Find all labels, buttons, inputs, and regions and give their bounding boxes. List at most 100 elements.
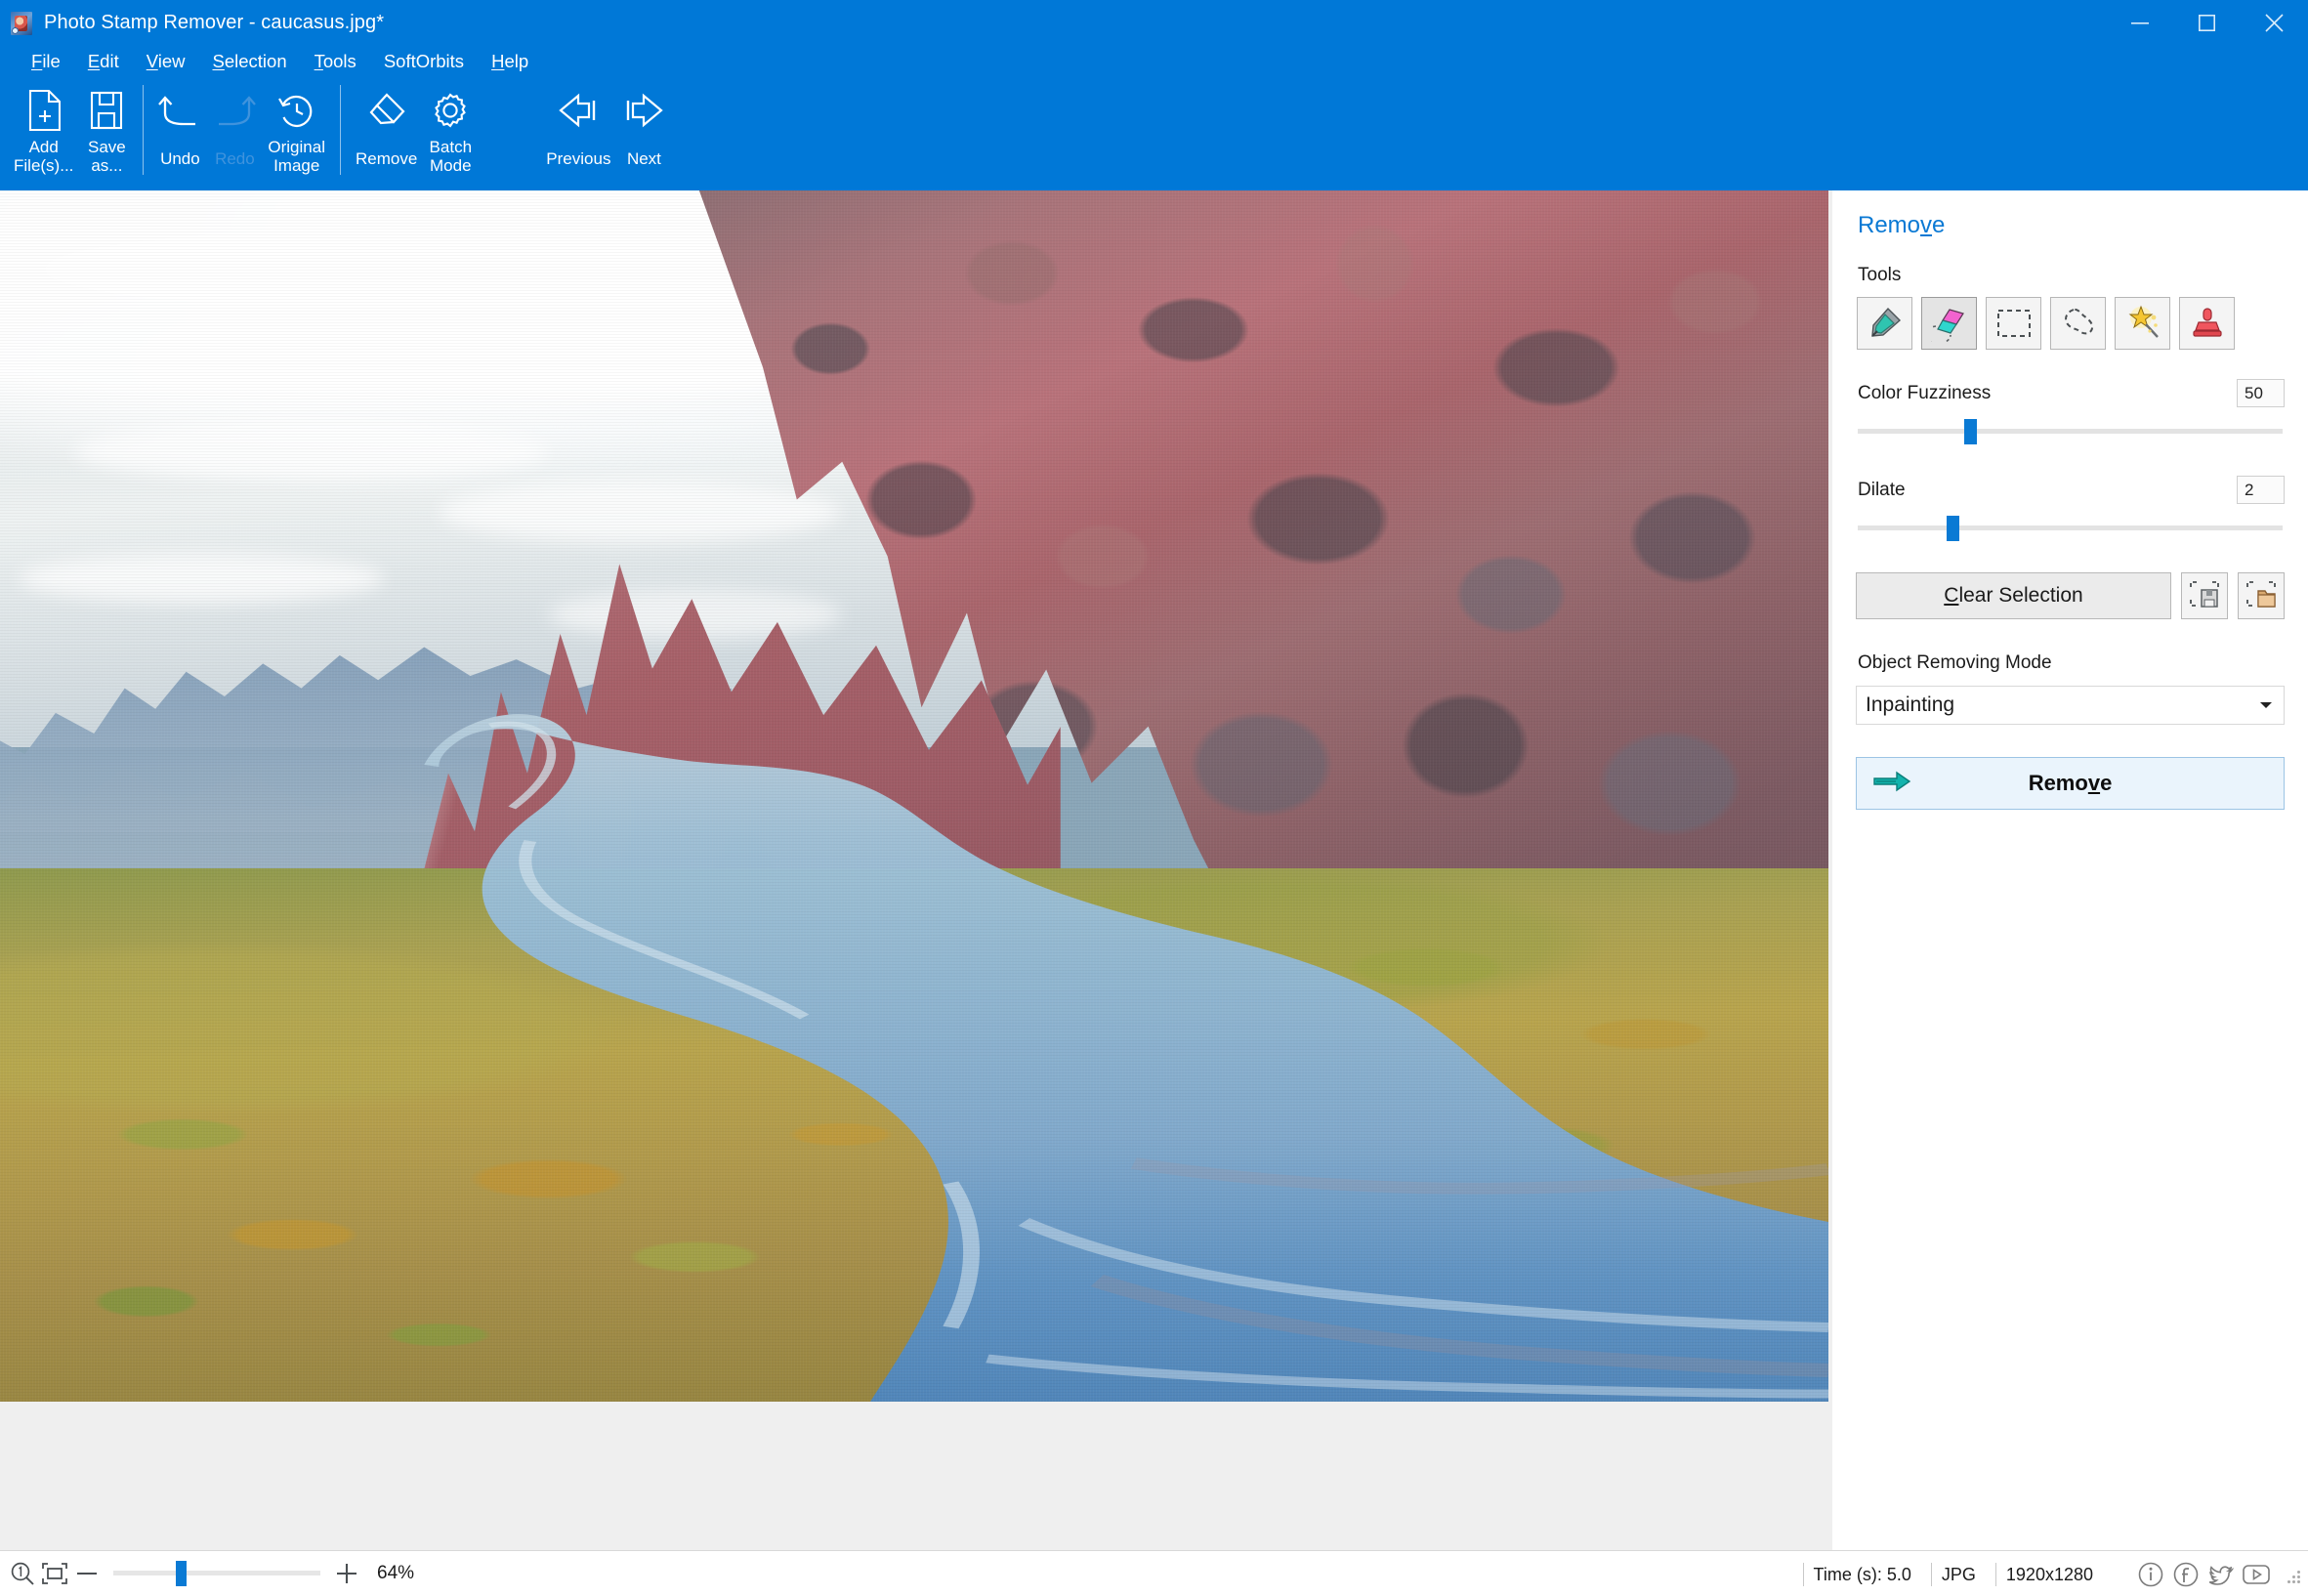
remove-panel: Remove Tools Color Fuzziness 50 Dilate 2… bbox=[1832, 190, 2308, 1550]
arrow-left-icon bbox=[557, 85, 600, 136]
workspace: Remove Tools Color Fuzziness 50 Dilate 2… bbox=[0, 190, 2308, 1550]
selection-actions: Clear Selection bbox=[1856, 572, 2285, 619]
previous-label: Previous bbox=[546, 149, 611, 168]
object-removing-mode-select[interactable]: Inpainting bbox=[1856, 686, 2285, 725]
facebook-icon[interactable] bbox=[2169, 1558, 2203, 1591]
gear-icon bbox=[431, 85, 470, 136]
add-files-label: Add File(s)... bbox=[14, 138, 74, 175]
remove-action-button[interactable]: Remove bbox=[1856, 757, 2285, 810]
toolbar-separator-1 bbox=[143, 85, 145, 175]
object-removing-mode-value: Inpainting bbox=[1866, 693, 1955, 716]
rectangle-select-tool-button[interactable] bbox=[1986, 297, 2041, 350]
menu-item-view[interactable]: View bbox=[133, 48, 199, 76]
save-as-button[interactable]: Save as... bbox=[79, 81, 134, 175]
slider-rail bbox=[113, 1571, 320, 1575]
color-fuzziness-value[interactable]: 50 bbox=[2237, 379, 2285, 407]
lasso-select-tool-button[interactable] bbox=[2050, 297, 2106, 350]
photo-caucasus[interactable] bbox=[0, 190, 1828, 1402]
zoom-out-minus-icon[interactable] bbox=[74, 1567, 100, 1580]
dilate-control: Dilate 2 bbox=[1856, 476, 2285, 568]
menu-item-edit[interactable]: Edit bbox=[74, 48, 133, 76]
color-fuzziness-slider[interactable] bbox=[1858, 419, 2283, 444]
slider-thumb[interactable] bbox=[175, 1561, 187, 1586]
rectangle-select-icon bbox=[1995, 307, 2033, 340]
processing-time: Time (s): 5.0 bbox=[1802, 1562, 1931, 1586]
youtube-play-icon[interactable] bbox=[2240, 1558, 2273, 1591]
status-info: Time (s): 5.0 JPG 1920x1280 bbox=[1802, 1551, 2300, 1596]
panel-title: Remove bbox=[1858, 212, 1946, 238]
image-canvas[interactable] bbox=[0, 190, 1832, 1550]
menu-item-selection[interactable]: Selection bbox=[199, 48, 301, 76]
social-links bbox=[2134, 1558, 2273, 1591]
undo-arrow-icon bbox=[158, 85, 201, 136]
previous-button[interactable]: Previous bbox=[540, 81, 616, 168]
redo-arrow-icon bbox=[213, 85, 257, 136]
remove-toolbar-button[interactable]: Remove bbox=[350, 81, 423, 168]
title-bar: Photo Stamp Remover - caucasus.jpg* bbox=[0, 0, 2308, 46]
clear-selection-button[interactable]: Clear Selection bbox=[1856, 572, 2171, 619]
maximize-icon[interactable] bbox=[2173, 0, 2241, 46]
zoom-level-value: 64% bbox=[377, 1563, 415, 1583]
slider-rail bbox=[1858, 429, 2283, 434]
magic-wand-tool-button[interactable] bbox=[2115, 297, 2170, 350]
zoom-slider[interactable] bbox=[113, 1561, 320, 1586]
next-label: Next bbox=[626, 149, 661, 168]
image-dimensions: 1920x1280 bbox=[1994, 1562, 2113, 1586]
save-selection-button[interactable] bbox=[2181, 572, 2228, 619]
eraser-icon bbox=[367, 85, 406, 136]
application-window: Photo Stamp Remover - caucasus.jpg* File… bbox=[0, 0, 2308, 1596]
lasso-select-icon bbox=[2060, 305, 2097, 342]
ribbon-toolbar: Add File(s)... Save as... Undo Redo Orig… bbox=[0, 77, 2308, 190]
remove-action-label: Remove bbox=[2028, 771, 2113, 795]
chevron-down-icon bbox=[2260, 702, 2272, 708]
batch-mode-label: Batch Mode bbox=[429, 138, 473, 175]
stamp-tool-button[interactable] bbox=[2179, 297, 2235, 350]
next-button[interactable]: Next bbox=[616, 81, 671, 168]
dilate-value[interactable]: 2 bbox=[2237, 476, 2285, 504]
remove-toolbar-label: Remove bbox=[355, 149, 418, 168]
add-files-button[interactable]: Add File(s)... bbox=[8, 81, 79, 175]
resize-grip-icon[interactable] bbox=[2283, 1566, 2300, 1583]
photo-stamp-remover-icon bbox=[11, 11, 32, 35]
menu-item-help[interactable]: Help bbox=[478, 48, 542, 76]
color-fuzziness-label: Color Fuzziness bbox=[1858, 382, 1992, 403]
menu-item-tools[interactable]: Tools bbox=[301, 48, 370, 76]
save-selection-icon bbox=[2189, 579, 2220, 613]
tools-label: Tools bbox=[1858, 265, 1902, 285]
original-image-button[interactable]: Original Image bbox=[262, 81, 331, 175]
close-icon[interactable] bbox=[2241, 0, 2308, 46]
undo-label: Undo bbox=[160, 149, 200, 168]
menu-item-file[interactable]: File bbox=[18, 48, 74, 76]
marker-pen-tool-button[interactable] bbox=[1857, 297, 1912, 350]
eraser-tool-button[interactable] bbox=[1921, 297, 1977, 350]
twitter-bird-icon[interactable] bbox=[2204, 1558, 2238, 1591]
add-file-icon bbox=[27, 85, 61, 136]
info-circle-icon[interactable] bbox=[2134, 1558, 2167, 1591]
original-image-label: Original Image bbox=[268, 138, 325, 175]
redo-button: Redo bbox=[207, 81, 262, 168]
arrow-right-icon bbox=[622, 85, 665, 136]
menu-bar: File Edit View Selection Tools SoftOrbit… bbox=[0, 46, 2308, 77]
slider-thumb[interactable] bbox=[1947, 516, 1960, 541]
slider-thumb[interactable] bbox=[1963, 419, 1977, 444]
stamp-icon bbox=[2191, 305, 2224, 342]
file-format: JPG bbox=[1930, 1562, 1995, 1586]
stream-region bbox=[0, 675, 1828, 1402]
dilate-slider[interactable] bbox=[1858, 516, 2283, 541]
toolbar-separator-2 bbox=[339, 85, 341, 175]
tool-buttons bbox=[1857, 297, 2285, 350]
zoom-in-plus-icon[interactable] bbox=[334, 1561, 359, 1586]
zoom-controls: 64% bbox=[0, 1561, 414, 1586]
magic-wand-icon bbox=[2124, 305, 2161, 342]
redo-label: Redo bbox=[215, 149, 255, 168]
fit-to-window-icon[interactable] bbox=[41, 1562, 68, 1585]
minimize-icon[interactable] bbox=[2106, 0, 2173, 46]
magnifier-100-icon[interactable] bbox=[10, 1561, 35, 1586]
batch-mode-button[interactable]: Batch Mode bbox=[423, 81, 478, 175]
menu-item-softorbits[interactable]: SoftOrbits bbox=[370, 48, 478, 76]
undo-button[interactable]: Undo bbox=[152, 81, 207, 168]
load-selection-icon bbox=[2245, 579, 2277, 613]
load-selection-button[interactable] bbox=[2238, 572, 2285, 619]
slider-rail bbox=[1858, 525, 2283, 530]
status-bar: 64% Time (s): 5.0 JPG 1920x1280 bbox=[0, 1550, 2308, 1596]
